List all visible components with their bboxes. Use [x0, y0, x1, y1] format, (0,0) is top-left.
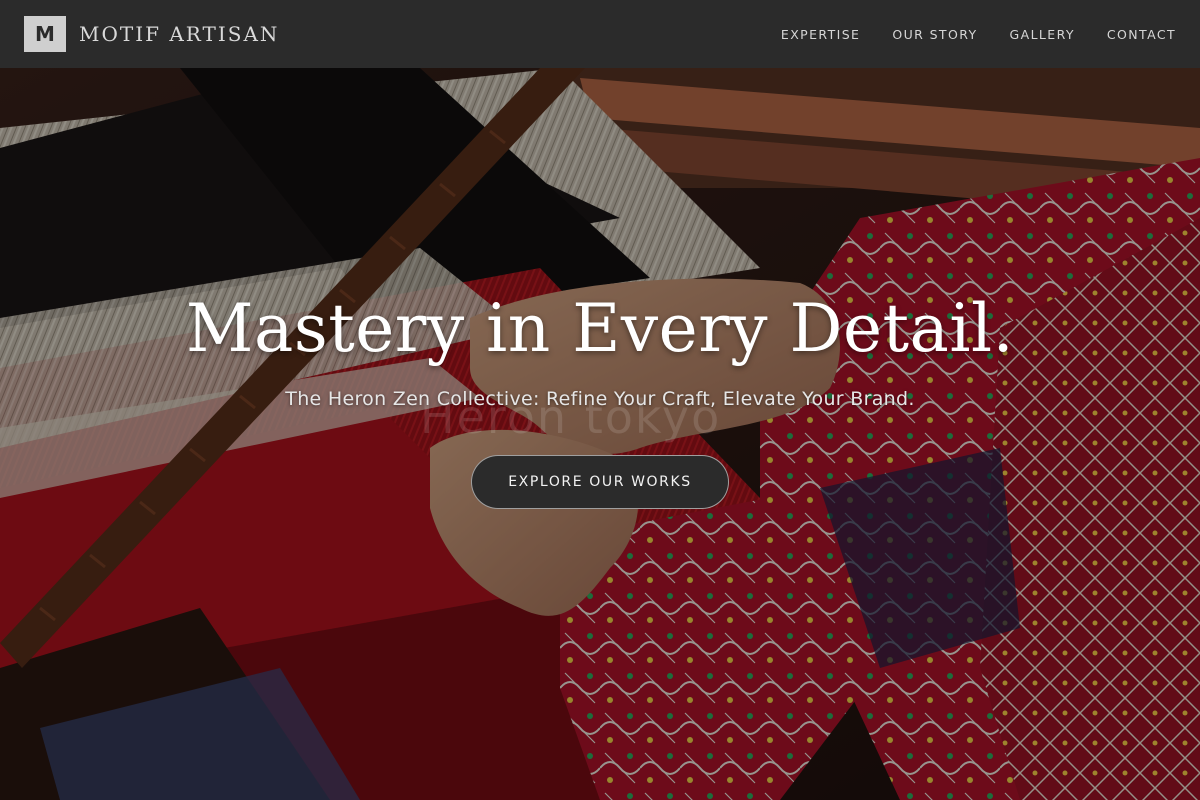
explore-works-button[interactable]: EXPLORE OUR WORKS [471, 455, 729, 509]
hero-title: Mastery in Every Detail. [185, 290, 1015, 367]
site-header: M MOTIF ARTISAN EXPERTISE OUR STORY GALL… [0, 0, 1200, 68]
hero-section: Heron tokyo Mastery in Every Detail. The… [0, 68, 1200, 800]
logo-icon[interactable]: M [24, 16, 66, 52]
brand-name[interactable]: MOTIF ARTISAN [79, 22, 279, 46]
nav-item-gallery[interactable]: GALLERY [1010, 27, 1075, 42]
nav-item-expertise[interactable]: EXPERTISE [781, 27, 860, 42]
nav-item-contact[interactable]: CONTACT [1107, 27, 1176, 42]
hero-content: Mastery in Every Detail. The Heron Zen C… [0, 68, 1200, 800]
brand[interactable]: M MOTIF ARTISAN [24, 16, 279, 52]
nav-item-our-story[interactable]: OUR STORY [892, 27, 977, 42]
hero-subtitle: The Heron Zen Collective: Refine Your Cr… [285, 388, 915, 410]
main-nav: EXPERTISE OUR STORY GALLERY CONTACT [781, 27, 1176, 42]
